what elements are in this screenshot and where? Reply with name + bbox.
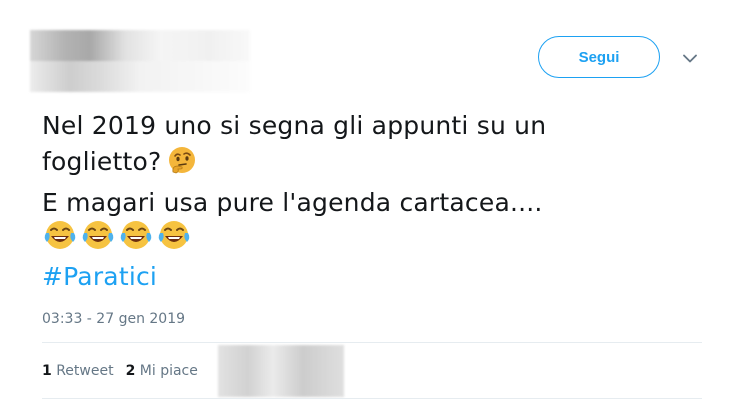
tweet-line-text: foglietto?	[42, 147, 162, 176]
tears-of-joy-icon	[118, 218, 154, 262]
thinking-face-icon	[167, 145, 197, 185]
retweet-label: Retweet	[56, 363, 114, 379]
follow-button[interactable]: Segui	[538, 36, 660, 78]
tears-of-joy-icon	[42, 218, 78, 262]
tweet-line: foglietto?	[42, 144, 702, 185]
blurred-account-info	[30, 30, 250, 92]
tweet-line: E magari usa pure l'agenda cartacea....	[42, 188, 543, 217]
divider	[42, 398, 702, 399]
tweet-line: Nel 2019 uno si segna gli appunti su un	[42, 111, 547, 140]
like-count-value: 2	[125, 363, 136, 379]
blurred-liker-avatars	[218, 345, 344, 397]
like-count[interactable]: 2 Mi piace	[126, 363, 198, 379]
like-label: Mi piace	[139, 363, 198, 379]
retweet-count[interactable]: 1 Retweet	[42, 363, 114, 379]
tears-of-joy-icon	[80, 218, 116, 262]
tweet-text: Nel 2019 uno si segna gli appunti su un …	[42, 108, 702, 295]
chevron-down-icon[interactable]	[680, 48, 700, 68]
tears-of-joy-icon	[156, 218, 192, 262]
divider	[42, 342, 702, 343]
tweet-timestamp[interactable]: 03:33 - 27 gen 2019	[42, 311, 185, 327]
emoji-row	[42, 221, 702, 259]
engagement-stats: 1 Retweet 2 Mi piace	[42, 360, 210, 382]
hashtag-link[interactable]: #Paratici	[42, 259, 702, 295]
retweet-count-value: 1	[42, 363, 52, 379]
